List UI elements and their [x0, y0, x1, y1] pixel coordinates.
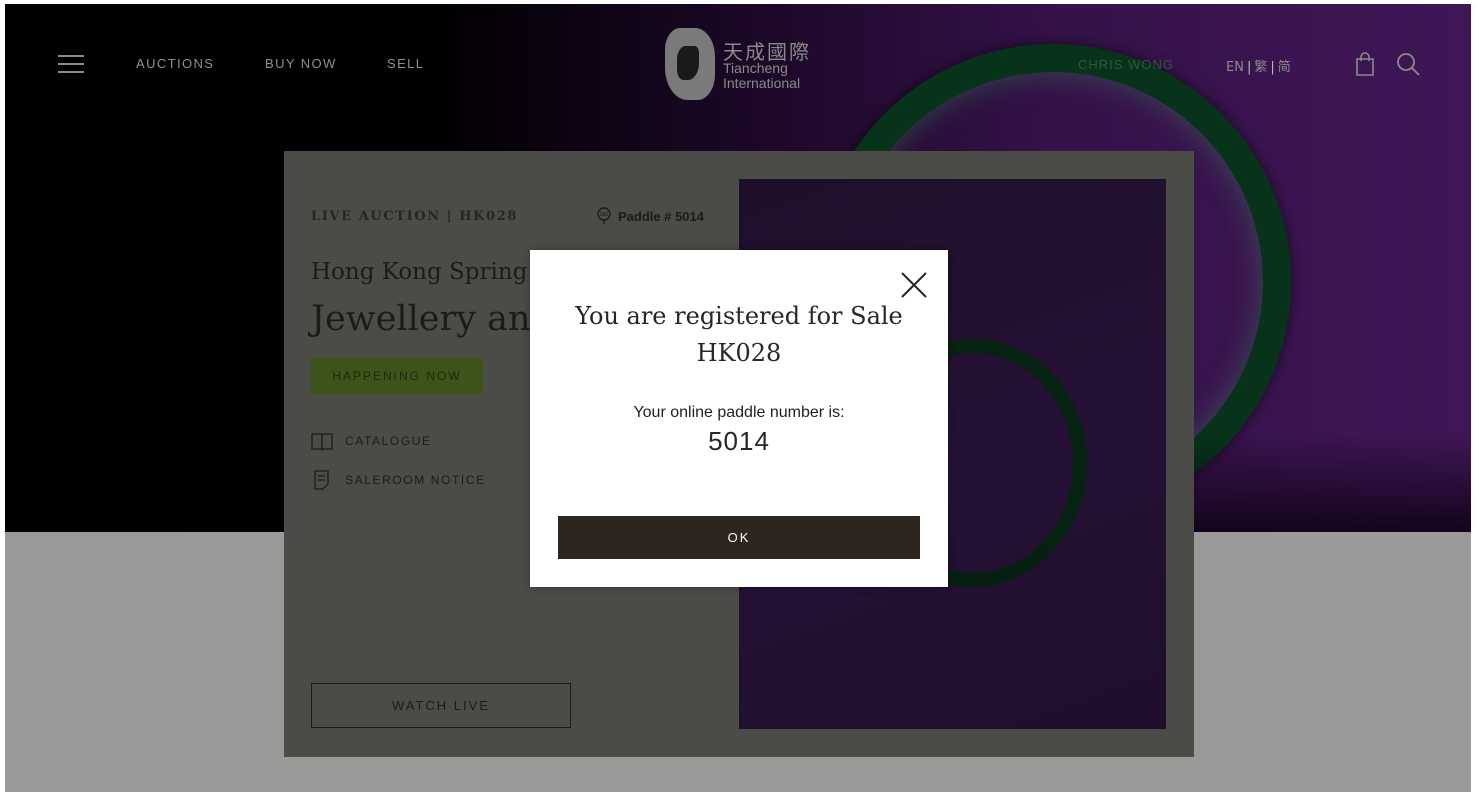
ok-button[interactable]: OK: [558, 516, 920, 559]
close-icon[interactable]: [899, 270, 929, 300]
modal-title: You are registered for Sale HK028: [575, 302, 903, 367]
paddle-number-label: Your online paddle number is:: [633, 404, 845, 421]
paddle-number: 5014: [708, 426, 770, 456]
registration-modal: You are registered for Sale HK028 Your o…: [530, 250, 948, 587]
